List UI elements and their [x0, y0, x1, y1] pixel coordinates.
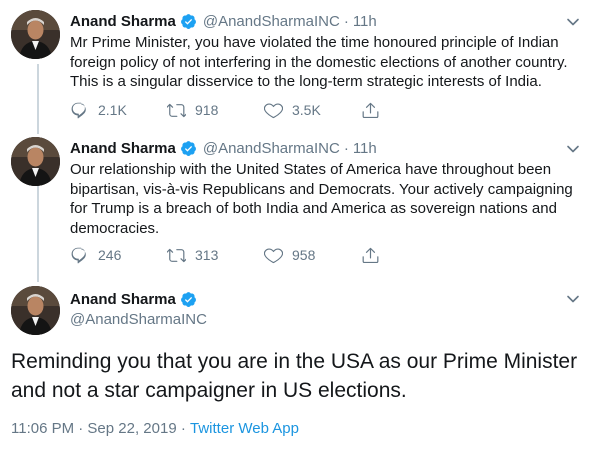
like-button[interactable]: 958	[264, 246, 361, 265]
share-icon	[362, 102, 379, 118]
retweet-icon	[167, 103, 186, 117]
tweet-source-link[interactable]: Twitter Web App	[190, 420, 299, 437]
avatar[interactable]	[11, 137, 60, 186]
reply-count: 2.1K	[98, 102, 127, 118]
reply-icon	[71, 102, 86, 118]
reply-count: 246	[98, 247, 122, 263]
share-button[interactable]	[361, 101, 458, 120]
reply-button[interactable]: 2.1K	[70, 101, 167, 120]
separator: ·	[343, 139, 349, 157]
like-count: 3.5K	[292, 102, 321, 118]
thread-line	[37, 64, 39, 134]
retweet-button[interactable]: 918	[167, 101, 264, 120]
chevron-down-icon[interactable]	[566, 142, 580, 156]
verified-badge-icon	[180, 140, 197, 157]
share-button[interactable]	[361, 246, 458, 265]
thread-line	[37, 186, 39, 282]
separator: ·	[343, 12, 349, 30]
avatar[interactable]	[11, 286, 60, 335]
author-handle[interactable]: @AnandSharmaINC	[203, 13, 340, 30]
tweet-time[interactable]: 11h	[353, 13, 377, 30]
retweet-icon	[167, 248, 186, 262]
author-handle[interactable]: @AnandSharmaINC	[203, 140, 340, 157]
main-tweet-text: Reminding you that you are in the USA as…	[11, 350, 578, 402]
chevron-down-icon[interactable]	[566, 15, 580, 29]
verified-badge-icon	[180, 13, 197, 30]
tweet-text: Mr Prime Minister, you have violated the…	[70, 34, 568, 90]
separator: ·	[176, 420, 191, 437]
tweet-time[interactable]: 11h	[353, 140, 377, 157]
tweet-header: Anand Sharma @AnandSharmaINC · 11h	[70, 138, 377, 158]
chevron-down-icon[interactable]	[566, 292, 580, 306]
main-author-block: Anand Sharma @AnandSharmaINC	[70, 289, 207, 329]
author-name[interactable]: Anand Sharma	[70, 291, 176, 308]
tweet-meta: 11:06 PM · Sep 22, 2019 · Twitter Web Ap…	[11, 420, 299, 437]
author-name[interactable]: Anand Sharma	[70, 13, 176, 30]
heart-icon	[264, 102, 283, 118]
tweet-header: Anand Sharma @AnandSharmaINC · 11h	[70, 11, 377, 31]
tweet-actions: 246 313 958	[70, 245, 458, 265]
like-count: 958	[292, 247, 316, 263]
like-button[interactable]: 3.5K	[264, 101, 361, 120]
author-handle[interactable]: @AnandSharmaINC	[70, 311, 207, 328]
share-icon	[362, 247, 379, 263]
tweet-timestamp[interactable]: 11:06 PM · Sep 22, 2019	[11, 420, 177, 437]
verified-badge-icon	[180, 291, 197, 308]
retweet-button[interactable]: 313	[167, 246, 264, 265]
retweet-count: 918	[195, 102, 219, 118]
retweet-count: 313	[195, 247, 219, 263]
avatar[interactable]	[11, 10, 60, 59]
main-author-row: Anand Sharma	[70, 289, 207, 309]
reply-button[interactable]: 246	[70, 246, 167, 265]
author-name[interactable]: Anand Sharma	[70, 140, 176, 157]
reply-icon	[71, 247, 86, 263]
tweet-actions: 2.1K 918 3.5K	[70, 100, 458, 120]
tweet-text: Our relationship with the United States …	[70, 161, 573, 237]
heart-icon	[264, 247, 283, 263]
